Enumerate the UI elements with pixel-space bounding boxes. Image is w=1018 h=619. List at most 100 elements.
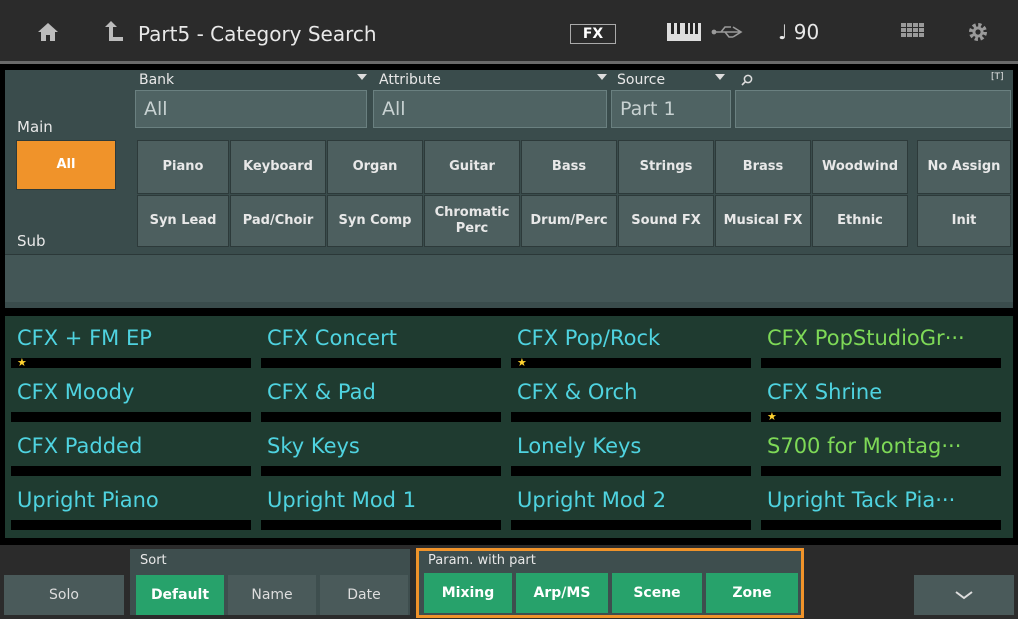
main-category-brass[interactable]: Brass [715, 140, 811, 194]
sort-label: Sort [140, 553, 167, 568]
up-level-button[interactable] [96, 10, 132, 54]
result-info-bar [761, 412, 1001, 422]
bank-label: Bank [139, 72, 175, 88]
sub-category-strip [5, 254, 1013, 302]
page-title: Part5 - Category Search [138, 22, 377, 46]
bank-dropdown[interactable]: All [135, 90, 367, 128]
result-item[interactable]: CFX & Pad [261, 374, 503, 424]
sub-category-label: Sub [17, 232, 46, 250]
result-info-bar [511, 412, 751, 422]
main-category-guitar[interactable]: Guitar [424, 140, 520, 194]
source-dropdown[interactable]: Part 1 [611, 90, 731, 128]
main-category-ethnic[interactable]: Ethnic [812, 195, 908, 247]
sort-name-button[interactable]: Name [228, 575, 316, 615]
result-name: CFX Moody [17, 380, 135, 404]
param-mixing-button[interactable]: Mixing [424, 573, 512, 613]
result-item[interactable]: Upright Mod 2 [511, 482, 753, 532]
overview-button[interactable] [896, 10, 930, 54]
main-category-keyboard[interactable]: Keyboard [230, 140, 326, 194]
sort-default-button[interactable]: Default [136, 575, 224, 615]
result-item[interactable]: CFX Padded [11, 428, 253, 478]
bottom-bar: Solo Sort Default Name Date Param. with … [0, 545, 1018, 619]
result-name: Sky Keys [267, 434, 360, 458]
fx-indicator[interactable]: FX [570, 24, 616, 44]
result-item[interactable]: Lonely Keys [511, 428, 753, 478]
main-category-chromatic-perc[interactable]: Chromatic Perc [424, 195, 520, 247]
main-category-piano[interactable]: Piano [137, 140, 229, 194]
result-item[interactable]: CFX PopStudioGr··· [761, 320, 1003, 370]
result-name: CFX Shrine [767, 380, 883, 404]
result-info-bar [11, 466, 251, 476]
page-down-button[interactable] [914, 575, 1014, 615]
main-category-syn-lead[interactable]: Syn Lead [137, 195, 229, 247]
result-info-bar [511, 520, 751, 530]
main-category-no-assign[interactable]: No Assign [917, 140, 1011, 194]
result-name: CFX + FM EP [17, 326, 152, 350]
main-category-organ[interactable]: Organ [327, 140, 423, 194]
chevron-down-icon [955, 591, 973, 600]
solo-button[interactable]: Solo [4, 575, 124, 615]
main-category-sound-fx[interactable]: Sound FX [618, 195, 714, 247]
favorite-star-icon: ★ [767, 410, 777, 423]
result-name: CFX Concert [267, 326, 397, 350]
result-item[interactable]: CFX Moody [11, 374, 253, 424]
result-item[interactable]: S700 for Montag··· [761, 428, 1003, 478]
param-scene-button[interactable]: Scene [612, 573, 702, 613]
result-info-bar [261, 466, 501, 476]
results-list: CFX + FM EP ★ CFX Concert CFX Pop/Rock ★ C… [5, 316, 1013, 538]
result-name: Upright Tack Pia··· [767, 488, 956, 512]
attribute-dropdown[interactable]: All [373, 90, 607, 128]
main-category-pad-choir[interactable]: Pad/Choir [230, 195, 326, 247]
param-with-part-label: Param. with part [428, 553, 536, 568]
result-info-bar [511, 466, 751, 476]
result-info-bar [261, 358, 501, 368]
result-item[interactable]: CFX Pop/Rock ★ [511, 320, 753, 370]
result-name: Upright Piano [17, 488, 159, 512]
result-item[interactable]: Upright Tack Pia··· [761, 482, 1003, 532]
result-item[interactable]: Upright Piano [11, 482, 253, 532]
home-button[interactable] [30, 10, 66, 54]
main-category-init[interactable]: Init [917, 195, 1011, 247]
note-icon: ♩ [778, 20, 788, 44]
main-category-musical-fx[interactable]: Musical FX [715, 195, 811, 247]
main-category-bass[interactable]: Bass [521, 140, 617, 194]
settings-button[interactable] [960, 10, 996, 54]
result-info-bar [11, 520, 251, 530]
result-name: Upright Mod 2 [517, 488, 667, 512]
up-arrow-icon [105, 21, 123, 41]
category-panel: Main All Piano Keyboard Organ Guitar Bas… [5, 118, 1013, 308]
result-item[interactable]: Upright Mod 1 [261, 482, 503, 532]
main-category-drum-perc[interactable]: Drum/Perc [521, 195, 617, 247]
grid-icon [901, 23, 924, 37]
keyboard-input-hint: [T] [991, 72, 1004, 82]
favorite-star-icon: ★ [517, 356, 527, 369]
main-category-woodwind[interactable]: Woodwind [812, 140, 908, 194]
main-category-label: Main [17, 118, 53, 136]
search-input[interactable] [735, 90, 1011, 128]
result-item[interactable]: CFX Concert [261, 320, 503, 370]
result-info-bar [761, 358, 1001, 368]
sort-date-button[interactable]: Date [320, 575, 408, 615]
usb-status [708, 10, 748, 54]
result-item[interactable]: CFX + FM EP ★ [11, 320, 253, 370]
result-name: Lonely Keys [517, 434, 642, 458]
filter-panel: Bank All Attribute All Source Part 1 [T] [5, 70, 1013, 132]
result-name: CFX PopStudioGr··· [767, 326, 965, 350]
result-item[interactable]: Sky Keys [261, 428, 503, 478]
result-item[interactable]: CFX Shrine ★ [761, 374, 1003, 424]
favorite-star-icon: ★ [17, 356, 27, 369]
result-name: S700 for Montag··· [767, 434, 962, 458]
tempo-value: 90 [793, 20, 820, 44]
main-category-strings[interactable]: Strings [618, 140, 714, 194]
keyboard-button[interactable] [664, 10, 704, 54]
search-icon [741, 74, 753, 86]
result-info-bar [761, 466, 1001, 476]
main-category-syn-comp[interactable]: Syn Comp [327, 195, 423, 247]
category-all-button[interactable]: All [16, 140, 116, 190]
attribute-label: Attribute [379, 72, 441, 88]
result-item[interactable]: CFX & Orch [511, 374, 753, 424]
source-dropdown-arrow-icon [715, 74, 725, 80]
param-arp-ms-button[interactable]: Arp/MS [516, 573, 608, 613]
param-zone-button[interactable]: Zone [706, 573, 798, 613]
tempo-display[interactable]: ♩ 90 [778, 20, 819, 44]
